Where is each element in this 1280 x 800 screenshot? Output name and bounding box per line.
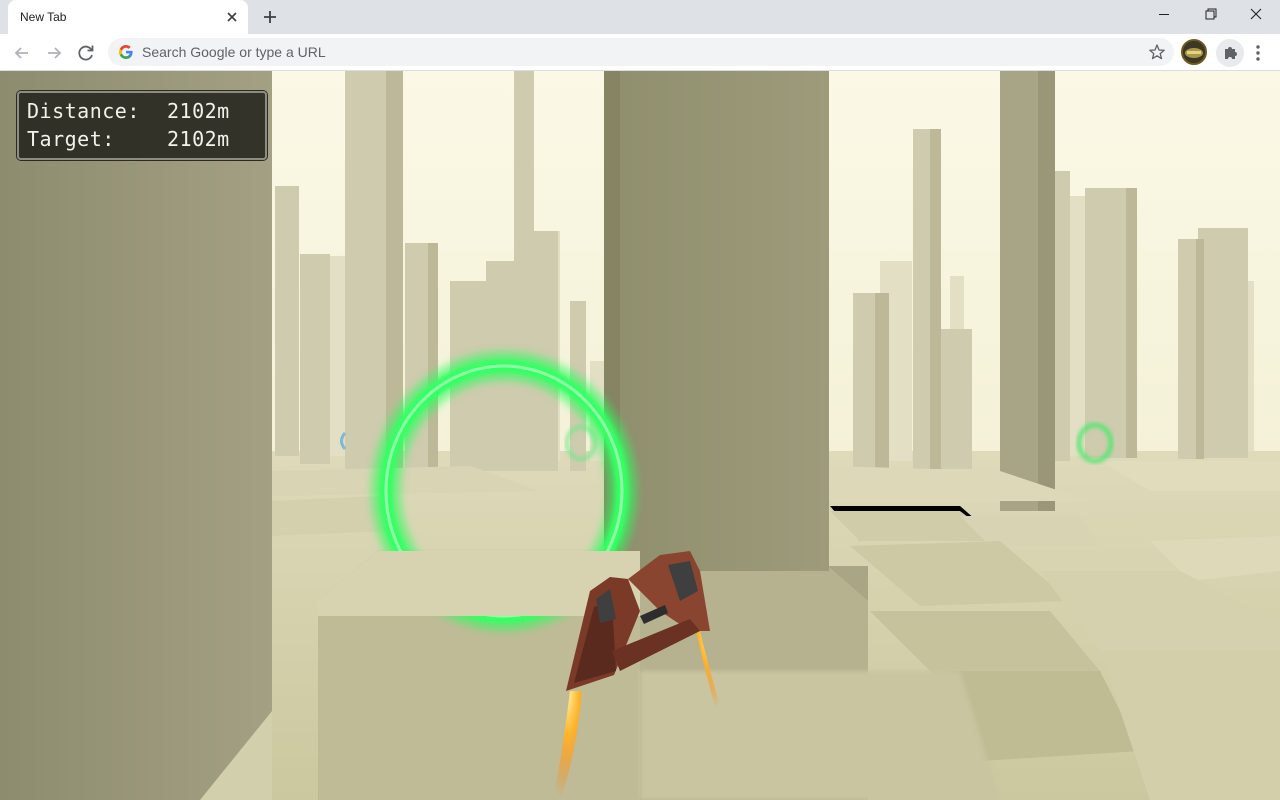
hud-panel: Distance: 2102m Target: 2102m xyxy=(17,91,267,160)
tab-title: New Tab xyxy=(20,10,67,24)
kebab-menu-icon[interactable] xyxy=(1248,40,1268,66)
tab-strip: New Tab xyxy=(0,0,1280,34)
omnibox-input[interactable] xyxy=(142,42,1122,62)
target-value: 2102m xyxy=(167,127,230,151)
close-window-button[interactable] xyxy=(1233,0,1279,30)
hud-distance-row: Distance: 2102m xyxy=(27,99,257,127)
distance-label: Distance: xyxy=(27,99,140,123)
reload-button[interactable] xyxy=(73,40,99,66)
profile-avatar[interactable] xyxy=(1181,39,1207,65)
bookmark-star-icon[interactable] xyxy=(1148,43,1166,61)
forward-button[interactable] xyxy=(41,40,67,66)
center-pillar xyxy=(604,71,829,571)
extensions-puzzle-icon[interactable] xyxy=(1216,39,1244,67)
distance-value: 2102m xyxy=(167,99,230,123)
game-canvas[interactable]: Distance: 2102m Target: 2102m xyxy=(0,71,1280,800)
left-wall xyxy=(0,71,272,800)
minimize-button[interactable] xyxy=(1141,0,1187,30)
google-g-icon xyxy=(118,44,134,60)
new-tab-button[interactable] xyxy=(256,5,284,29)
restore-button[interactable] xyxy=(1187,0,1233,30)
back-button[interactable] xyxy=(9,40,35,66)
target-label: Target: xyxy=(27,127,115,151)
tab-close-icon[interactable] xyxy=(224,9,240,25)
tab-new-tab[interactable]: New Tab xyxy=(8,0,248,34)
browser-toolbar xyxy=(0,34,1280,71)
game-scene xyxy=(0,71,1280,800)
hud-target-row: Target: 2102m xyxy=(27,127,257,155)
omnibox[interactable] xyxy=(108,38,1174,66)
